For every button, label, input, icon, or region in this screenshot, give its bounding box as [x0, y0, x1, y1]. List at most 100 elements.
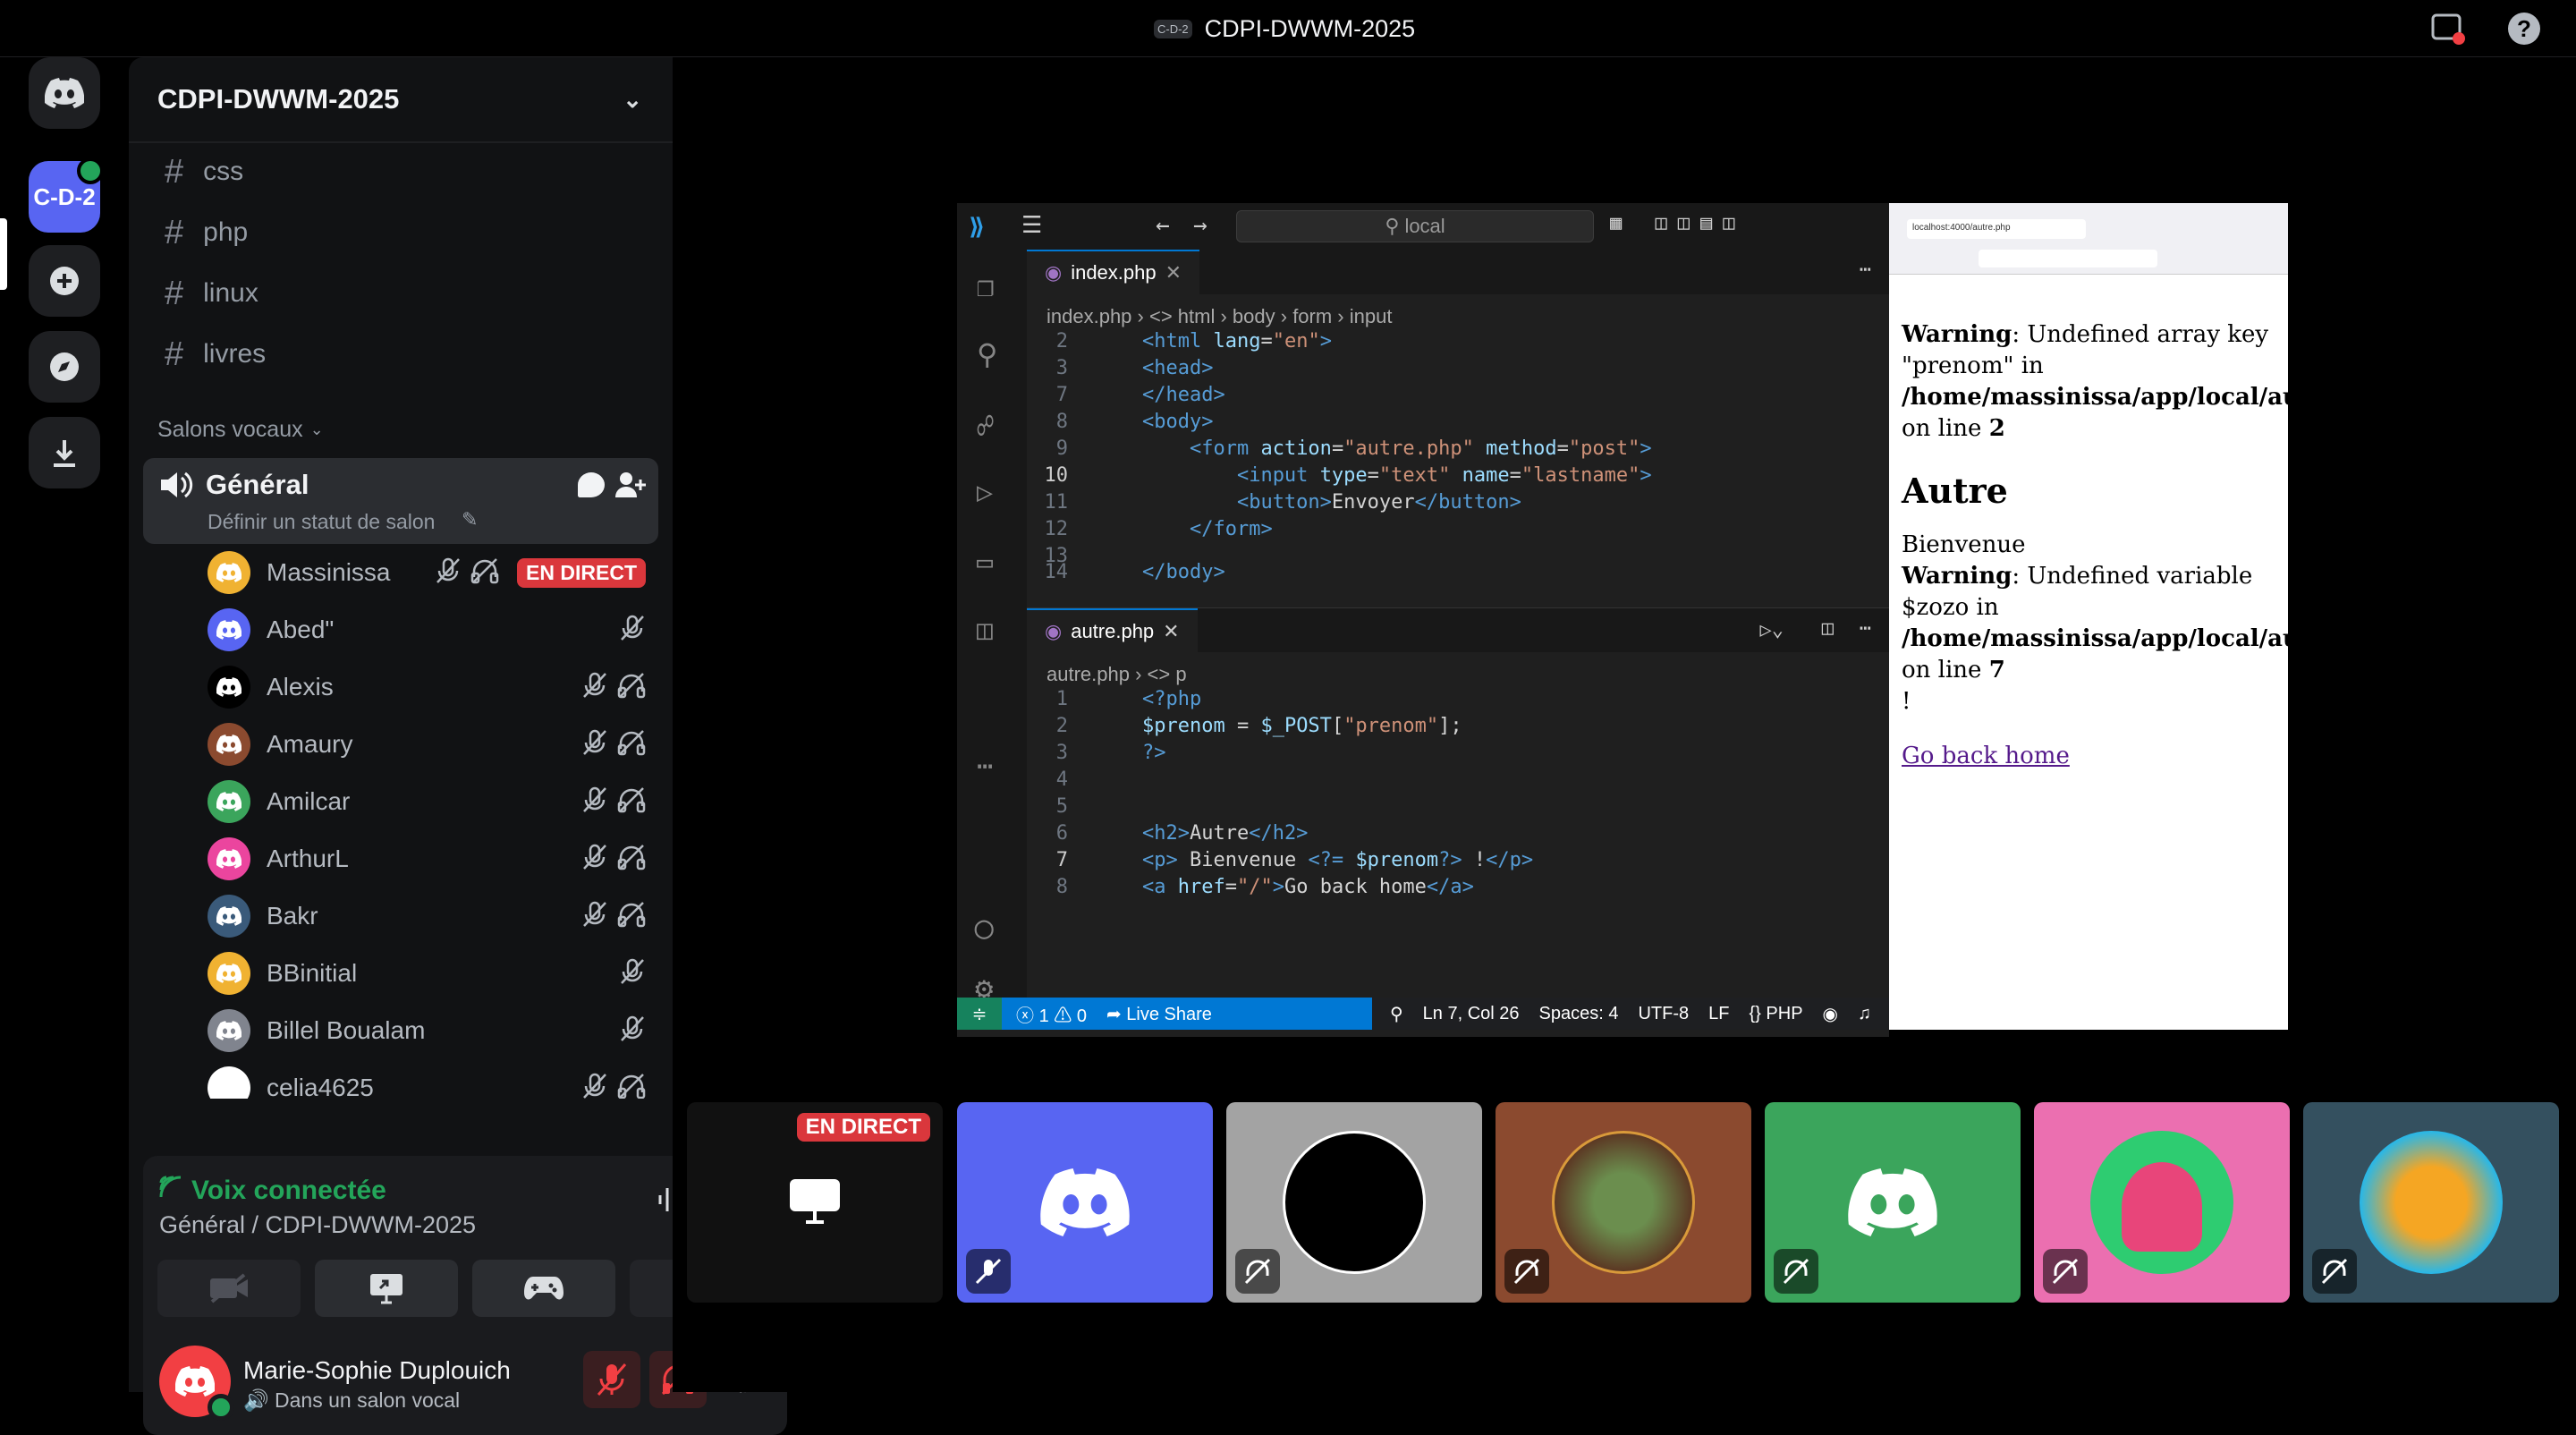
- indentation[interactable]: Spaces: 4: [1539, 1004, 1619, 1024]
- close-icon[interactable]: ✕: [1165, 261, 1182, 284]
- mic-muted-icon: [435, 557, 462, 589]
- download-button[interactable]: [29, 417, 100, 488]
- user-avatar[interactable]: [159, 1346, 234, 1421]
- participant-tile-abed[interactable]: [957, 1102, 1213, 1303]
- back-icon[interactable]: ←: [1156, 212, 1170, 239]
- activity-button[interactable]: [472, 1260, 615, 1317]
- active-server-indicator: [0, 218, 7, 290]
- screen-share-view[interactable]: ⟫ ☰ ← → ⚲local ▦ ◫◫▤◫ ❐ ⚲ ☍ ▷ ▭ ◫ ⋯ ◯ ⚙: [957, 203, 2394, 1037]
- deafened-icon: [617, 786, 646, 818]
- member-status-icons: [619, 1015, 646, 1047]
- address-bar[interactable]: [1979, 250, 2157, 267]
- extensions-icon[interactable]: ◫: [977, 615, 993, 646]
- member-name: ArthurL: [267, 845, 349, 872]
- avatar: [208, 666, 250, 709]
- bell-icon[interactable]: ♫: [1858, 1004, 1871, 1024]
- search-icon: ⚲: [1385, 215, 1400, 237]
- live-share-button[interactable]: ➦ Live Share: [1106, 1003, 1212, 1025]
- menu-icon[interactable]: ☰: [1021, 212, 1042, 239]
- server-label: C-D-2: [33, 183, 96, 210]
- mic-muted-icon: [619, 1015, 646, 1047]
- add-server-button[interactable]: [29, 245, 100, 317]
- voice-member[interactable]: Amilcar: [208, 777, 646, 827]
- participant-tile-amaury[interactable]: [1496, 1102, 1751, 1303]
- command-search[interactable]: ⚲ local: [1236, 210, 1594, 242]
- member-status-icons: [619, 615, 646, 646]
- voice-member[interactable]: Bakr: [208, 891, 646, 941]
- voice-member[interactable]: Alexis: [208, 662, 646, 712]
- deafened-icon: [1774, 1249, 1818, 1294]
- close-icon[interactable]: ✕: [1163, 620, 1179, 643]
- discord-logo-icon: [1040, 1168, 1130, 1236]
- account-icon[interactable]: ◯: [975, 910, 993, 946]
- mic-muted-icon: [581, 844, 608, 875]
- screen-share-button[interactable]: [315, 1260, 458, 1317]
- encoding[interactable]: UTF-8: [1638, 1004, 1689, 1024]
- voice-status[interactable]: Voix connectée: [159, 1176, 386, 1206]
- code-editor-top[interactable]: 2 <html lang="en"> 3 <head> 7 </head> 8 …: [1027, 328, 1889, 567]
- line-ending[interactable]: LF: [1708, 1004, 1729, 1024]
- member-name: Alexis: [267, 673, 334, 701]
- copilot-icon[interactable]: ◉: [1823, 1003, 1838, 1025]
- php-icon: ◉: [1045, 261, 1063, 284]
- avatar: [2360, 1131, 2503, 1274]
- browser-tab[interactable]: localhost:4000/autre.php: [1907, 219, 2086, 239]
- layout-icons[interactable]: ▦ ◫◫▤◫: [1610, 212, 1745, 234]
- forward-icon[interactable]: →: [1193, 212, 1208, 239]
- avatar: [208, 608, 250, 651]
- more-icon[interactable]: ⋯: [977, 751, 993, 782]
- mute-button[interactable]: [583, 1351, 640, 1408]
- cursor-position[interactable]: Ln 7, Col 26: [1423, 1004, 1520, 1024]
- split-editor-icon[interactable]: ◫: [1822, 617, 1834, 640]
- voice-member[interactable]: Abed": [208, 605, 646, 655]
- signal-icon: [159, 1176, 182, 1206]
- code-editor-bottom[interactable]: 1 <?php 2 $prenom = $_POST["prenom"]; 3 …: [1027, 686, 1889, 919]
- deafened-icon: [2043, 1249, 2088, 1294]
- member-status-icons: [619, 958, 646, 989]
- voice-location[interactable]: Général / CDPI-DWWM-2025: [159, 1211, 476, 1239]
- deafened-icon: [470, 557, 499, 589]
- voice-member[interactable]: Billel Boualam: [208, 1006, 646, 1056]
- tab-label: index.php: [1071, 261, 1157, 284]
- discover-button[interactable]: [29, 331, 100, 403]
- avatar: [208, 1009, 250, 1052]
- participant-tile-amilcar[interactable]: [1765, 1102, 2021, 1303]
- run-icon[interactable]: ▷⌄: [1760, 619, 1784, 641]
- speaker-icon: [77, 157, 104, 184]
- remote-icon[interactable]: ≑: [957, 998, 1002, 1030]
- source-control-icon[interactable]: ☍: [977, 409, 994, 443]
- exclamation: !: [1902, 688, 1911, 715]
- problems-indicator[interactable]: ⓧ 1 ⚠ 0: [1016, 1001, 1087, 1027]
- more-actions-icon[interactable]: ⋯: [1860, 617, 1871, 640]
- zoom-icon[interactable]: ⚲: [1390, 1003, 1403, 1025]
- tab-index-php[interactable]: ◉ index.php ✕: [1027, 250, 1200, 294]
- welcome-text: Bienvenue: [1902, 531, 2026, 558]
- title-bar: C-D-2 CDPI-DWWM-2025 ?: [0, 0, 2576, 57]
- help-icon[interactable]: ?: [2508, 13, 2540, 45]
- voice-member[interactable]: Amaury: [208, 719, 646, 769]
- language-mode[interactable]: {} PHP: [1750, 1004, 1803, 1024]
- discord-home-button[interactable]: [29, 57, 100, 129]
- inbox-icon[interactable]: [2431, 13, 2465, 45]
- remote-explorer-icon[interactable]: ▭: [977, 547, 993, 578]
- voice-member[interactable]: celia4625: [208, 1063, 646, 1099]
- voice-member[interactable]: BBinitial: [208, 948, 646, 998]
- search-icon[interactable]: ⚲: [977, 337, 997, 371]
- deafened-icon: [1504, 1249, 1549, 1294]
- go-back-home-link[interactable]: Go back home: [1902, 741, 2277, 772]
- monitor-icon: [788, 1176, 842, 1230]
- more-actions-icon[interactable]: ⋯: [1860, 259, 1871, 281]
- run-debug-icon[interactable]: ▷: [977, 477, 993, 508]
- stream-tile[interactable]: EN DIRECT: [687, 1102, 943, 1303]
- camera-off-button[interactable]: [157, 1260, 301, 1317]
- voice-member[interactable]: ArthurL: [208, 834, 646, 884]
- page-heading: Autre: [1902, 471, 2008, 511]
- participant-tile-bakr[interactable]: [2303, 1102, 2559, 1303]
- server-button-cd2[interactable]: C-D-2: [29, 157, 104, 233]
- avatar: [208, 837, 250, 880]
- participant-tile-alexis[interactable]: [1226, 1102, 1482, 1303]
- explorer-icon[interactable]: ❐: [977, 269, 994, 303]
- voice-member[interactable]: Massinissa EN DIRECT: [208, 548, 646, 598]
- tab-autre-php[interactable]: ◉ autre.php ✕: [1027, 608, 1198, 653]
- participant-tile-arthurl[interactable]: [2034, 1102, 2290, 1303]
